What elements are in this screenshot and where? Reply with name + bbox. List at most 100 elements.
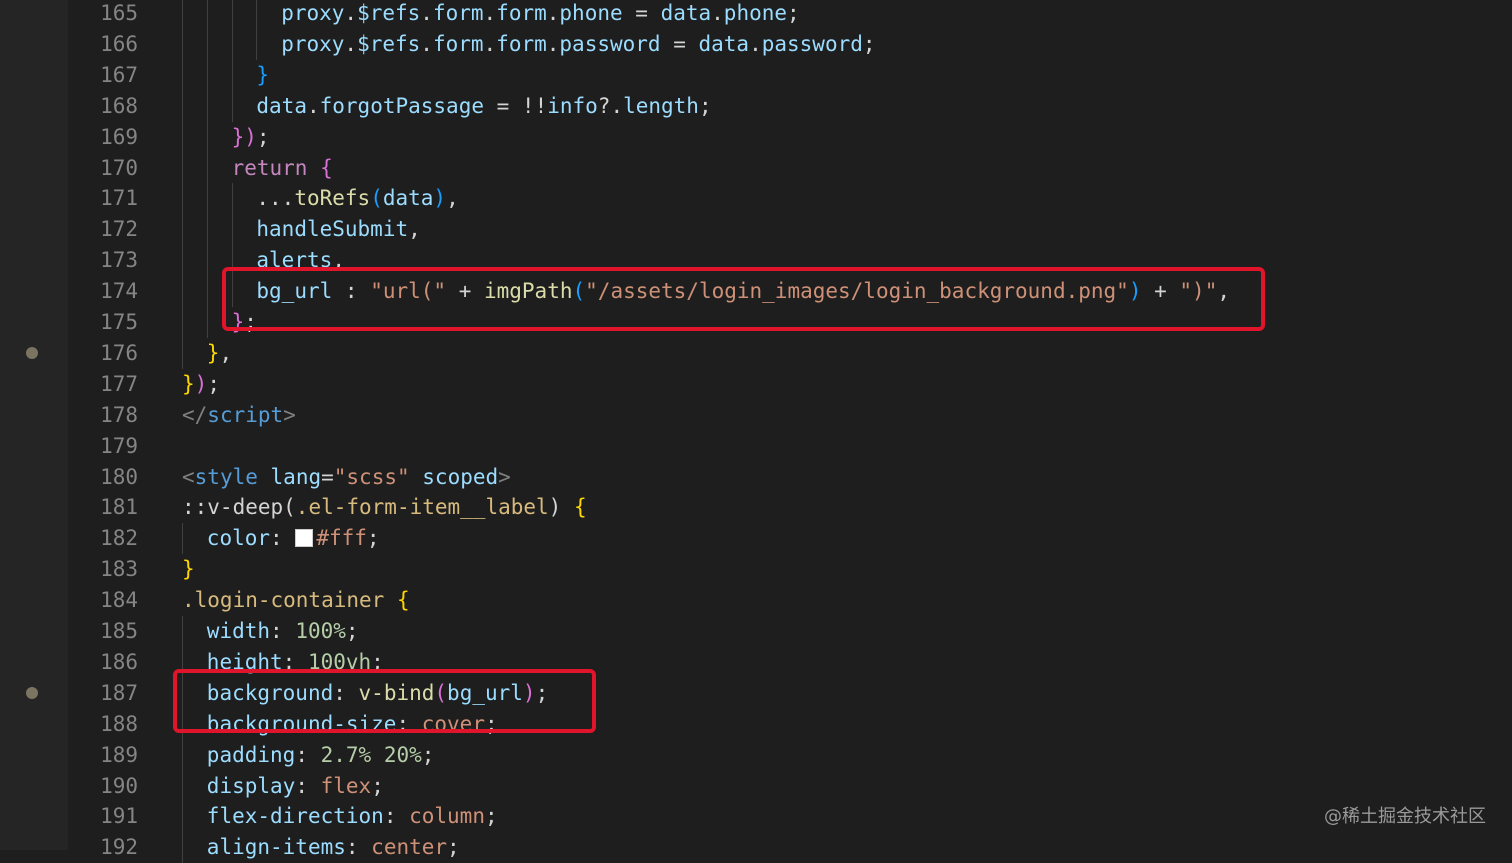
indent-guide [231,59,233,91]
code-token: . [306,93,320,118]
watermark: @稀土掘金技术社区 [1324,806,1486,827]
code-line[interactable]: 169}); [0,121,1512,153]
code-line[interactable]: 191 flex-direction: column; [0,801,1512,833]
line-number: 178 [100,402,138,427]
code-text[interactable]: </script> [182,400,296,431]
code-line[interactable]: 168 data.forgotPassage = !!info?.length; [0,90,1512,122]
code-token: : [383,804,410,829]
code-text[interactable]: width: 100%; [207,616,359,647]
indent-guide [182,739,183,771]
line-number: 175 [100,310,138,334]
code-text[interactable]: } [182,554,195,585]
code-token: data [660,1,712,25]
indent-guide [231,183,233,215]
code-token: ::v-deep( [182,495,296,520]
code-text[interactable]: }); [232,122,270,153]
code-line[interactable]: 166 proxy.$refs.form.form.password = data… [0,28,1512,60]
line-number: 185 [100,619,138,643]
code-token: , [446,186,459,211]
code-line[interactable]: 170 return { [0,152,1512,184]
code-text[interactable]: ::v-deep(.el-form-item__label) { [182,492,587,523]
code-text[interactable]: <style lang="scss" scoped> [182,462,511,493]
code-text[interactable]: display: flex; [207,771,384,802]
code-token: ; [484,804,498,829]
indent-guide [182,121,183,153]
code-line[interactable]: 183} [0,554,1512,585]
code-token: proxy [281,1,345,25]
indent-guide [182,307,183,338]
code-token: . [420,31,433,56]
code-text[interactable]: proxy.$refs.form.form.password = data.pa… [281,29,875,60]
code-line[interactable]: 176}, [0,337,1512,369]
code-text[interactable]: proxy.$refs.form.form.phone = data.phone… [281,0,799,29]
code-text[interactable]: }, [207,338,232,369]
code-text[interactable]: flex-direction: column; [207,801,498,832]
code-token: info [547,93,598,118]
code-token: { [320,155,333,180]
code-token: : [270,619,296,643]
code-line[interactable]: 181::v-deep(.el-form-item__label) { [0,492,1512,523]
code-token: data [698,31,750,56]
code-text[interactable]: ...toRefs(data), [256,183,458,214]
code-token: form [496,1,547,25]
code-token: ; [256,124,270,149]
code-line[interactable]: 165 proxy.$refs.form.form.phone = data.ph… [0,0,1512,29]
line-number: 184 [100,588,138,613]
code-line[interactable]: 189 padding: 2.7% 20%; [0,739,1512,771]
code-text[interactable]: .login-container { [182,585,410,616]
code-token: }) [231,124,257,149]
code-editor[interactable]: 165 proxy.$refs.form.form.phone = data.ph… [0,0,1512,863]
code-text[interactable]: return { [232,153,333,184]
code-token: : [295,773,321,798]
code-line[interactable]: 180 <style lang="scss" scoped> [0,462,1512,493]
code-text[interactable]: handleSubmit, [256,214,420,245]
code-line[interactable]: 185 width: 100%; [0,616,1512,647]
code-text[interactable]: padding: 2.7% 20%; [207,740,435,771]
code-token: data [256,93,307,118]
code-token: "scss" [333,464,410,489]
indent-guide [182,832,183,863]
code-token: ) [548,495,574,520]
code-token: . [344,31,358,56]
highlight-box [222,267,1266,331]
code-text[interactable]: align-items: center; [207,832,460,863]
indent-guide [206,28,208,60]
code-token: form [496,31,547,56]
indent-guide [182,90,183,122]
code-token: phone [559,1,623,25]
line-number: 187 [100,680,138,705]
code-token: center [371,835,448,860]
code-line[interactable]: 178 </script> [0,400,1512,431]
code-line[interactable]: 167} [0,59,1512,91]
code-line[interactable]: 172 handleSubmit, [0,214,1512,246]
line-number: 176 [100,340,138,365]
indent-guide [182,152,183,184]
code-line[interactable]: 192 align-items: center; [0,832,1512,863]
line-number: 180 [100,464,138,489]
code-text[interactable]: }); [182,369,220,400]
code-text[interactable]: data.forgotPassage = !!info?.length; [256,91,711,122]
code-text[interactable]: color: #fff; [207,523,380,554]
indent-guide [182,276,183,308]
code-token: { [396,588,410,613]
code-token: } [206,340,220,365]
code-token: . [749,31,762,56]
code-line[interactable]: 179 [0,431,1512,462]
code-line[interactable]: 177}); [0,369,1512,400]
code-token: ; [366,526,380,551]
code-token: width [206,619,271,643]
line-number: 191 [100,804,138,829]
code-line[interactable]: 182 color: #fff; [0,523,1512,555]
code-line[interactable]: 184 .login-container { [0,585,1512,616]
code-token: = [622,1,661,25]
code-token: ... [256,186,295,211]
code-token: ( [370,186,383,211]
code-token: ) [433,186,447,211]
code-line[interactable]: 190 display: flex; [0,770,1512,802]
code-text[interactable]: } [256,60,269,91]
code-line[interactable]: 171 ...toRefs(data), [0,183,1512,215]
code-token: padding [206,742,296,767]
code-token: . [546,1,560,25]
